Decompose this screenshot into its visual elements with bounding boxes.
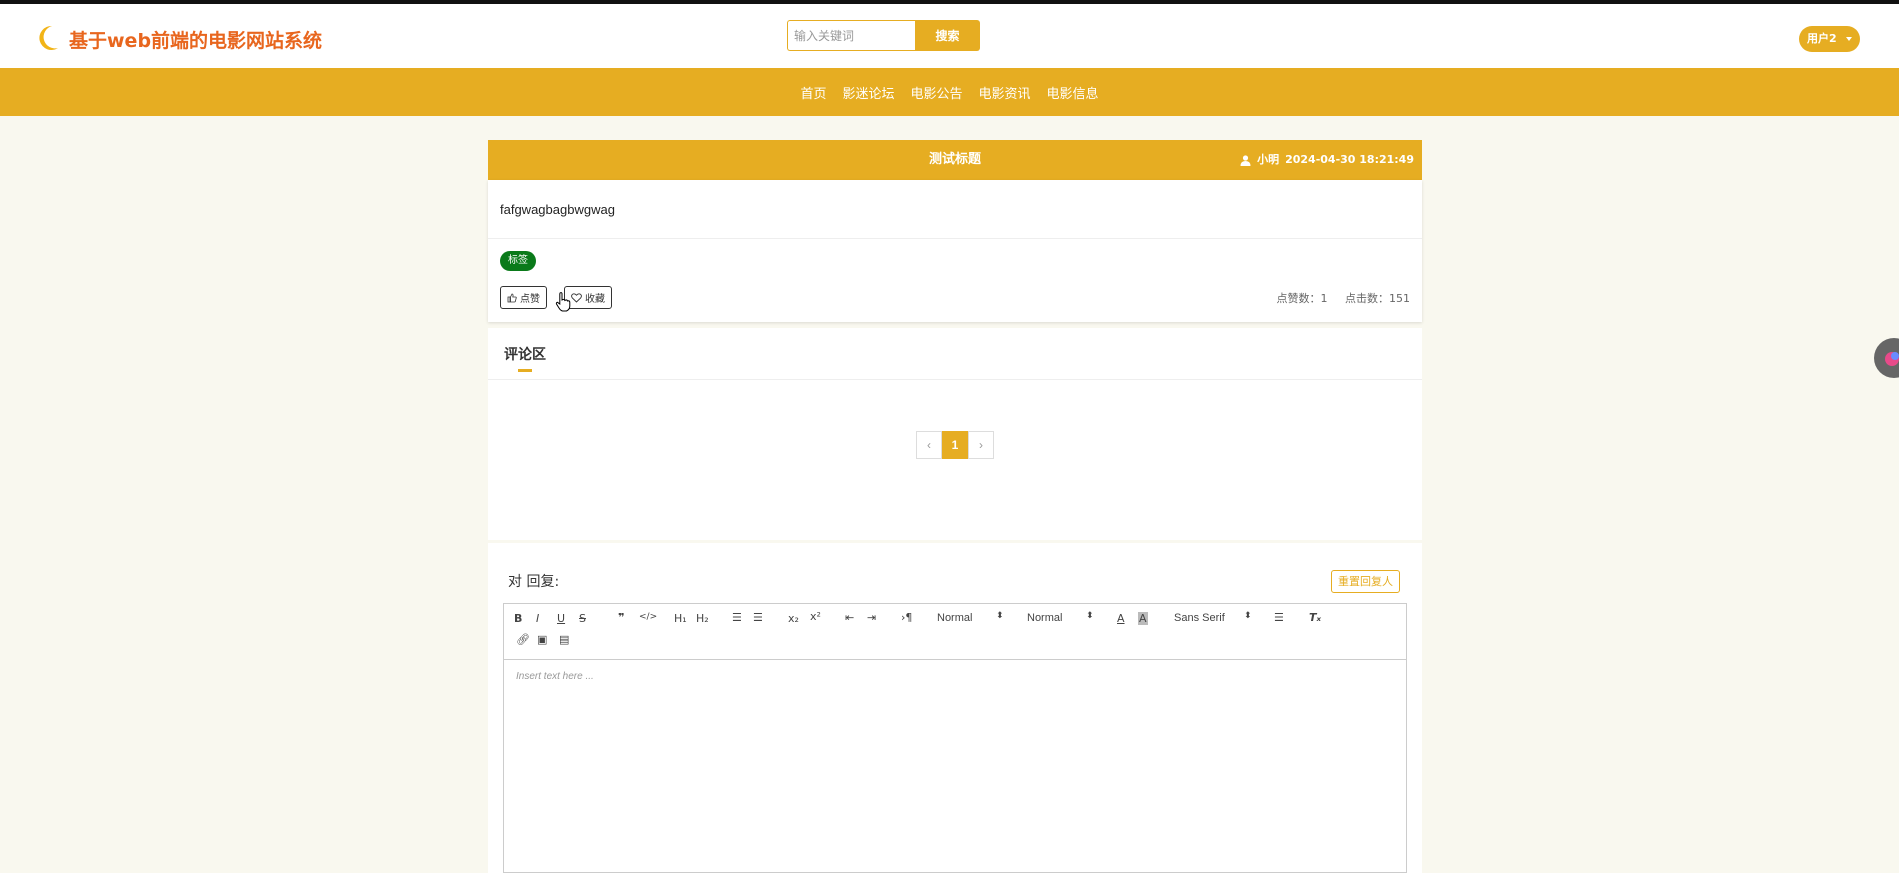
- indent-icon[interactable]: ⇥: [867, 611, 876, 624]
- search-input[interactable]: [787, 20, 916, 51]
- bullet-list-icon[interactable]: ☰: [753, 611, 763, 624]
- strike-icon[interactable]: S: [579, 612, 586, 625]
- post-content: fafgwagbagbwgwag: [500, 202, 615, 217]
- image-icon[interactable]: ▣: [537, 633, 547, 646]
- like-button[interactable]: 点赞: [500, 286, 547, 309]
- post-body: fafgwagbagbwgwag 标签 点赞 收藏 点赞数：1 点击数：151: [488, 180, 1422, 322]
- heart-icon: [571, 292, 582, 303]
- comments-title: 评论区: [504, 347, 546, 363]
- ordered-list-icon[interactable]: ☰: [732, 611, 742, 624]
- video-icon[interactable]: ▤: [559, 633, 569, 646]
- divider: [488, 238, 1422, 239]
- size-select-value: Normal: [1027, 612, 1063, 624]
- superscript-icon[interactable]: x²: [810, 610, 821, 623]
- post-header: 测试标题 小明 2024-04-30 18:21:49: [488, 140, 1422, 180]
- favorite-button[interactable]: 收藏: [564, 286, 612, 309]
- likes-count: 点赞数：1: [1276, 292, 1328, 305]
- nav-item-movies[interactable]: 电影信息: [1039, 83, 1107, 102]
- font-select[interactable]: Sans Serif: [1174, 612, 1225, 624]
- nav-item-home[interactable]: 首页: [792, 83, 834, 102]
- size-select[interactable]: Normal: [1027, 612, 1062, 624]
- clicks-count: 点击数：151: [1345, 292, 1410, 305]
- bold-icon[interactable]: B: [514, 612, 522, 625]
- rich-text-editor: B I U S ❞ </> H₁ H₂ ☰ ☰ x₂ x² ⇤ ⇥ ›¶ Nor…: [503, 603, 1407, 873]
- divider: [488, 379, 1422, 380]
- comments-section: 评论区 ‹ 1 ›: [488, 328, 1422, 540]
- header-select-value: Normal: [937, 612, 973, 624]
- search-button[interactable]: 搜索: [915, 20, 980, 51]
- site-header: 基于web前端的电影网站系统 搜索 用户2: [0, 4, 1899, 68]
- select-arrows-icon: ⬍: [1244, 611, 1252, 621]
- clear-format-icon[interactable]: Tₓ: [1309, 611, 1321, 624]
- pagination-next[interactable]: ›: [968, 431, 994, 459]
- italic-icon[interactable]: I: [536, 612, 539, 625]
- floating-assistant-button[interactable]: [1874, 338, 1899, 378]
- heading-2-icon[interactable]: H₂: [696, 612, 709, 625]
- main-nav: 首页 影迷论坛 电影公告 电影资讯 电影信息: [0, 68, 1899, 116]
- outdent-icon[interactable]: ⇤: [845, 611, 854, 624]
- post-tag[interactable]: 标签: [500, 251, 536, 271]
- nav-item-announcements[interactable]: 电影公告: [902, 83, 970, 102]
- text-direction-icon[interactable]: ›¶: [901, 611, 912, 624]
- comments-title-underline: [518, 369, 532, 372]
- underline-icon[interactable]: U: [557, 612, 565, 625]
- reply-section: 对 回复: 重置回复人 B I U S ❞ </> H₁ H₂ ☰ ☰ x₂ x…: [488, 543, 1422, 873]
- user-icon: [1240, 154, 1251, 166]
- link-icon[interactable]: 🔗︎: [516, 633, 530, 646]
- moon-logo-icon: [39, 25, 58, 50]
- subscript-icon[interactable]: x₂: [788, 612, 799, 625]
- post-author: 小明: [1257, 153, 1280, 166]
- code-block-icon[interactable]: </>: [639, 612, 657, 622]
- reply-label: 对 回复:: [508, 574, 560, 590]
- nav-item-news[interactable]: 电影资讯: [971, 83, 1039, 102]
- text-color-icon[interactable]: A: [1117, 612, 1125, 625]
- user-menu-button[interactable]: 用户2: [1799, 26, 1860, 52]
- reset-reply-target-button[interactable]: 重置回复人: [1331, 570, 1400, 593]
- font-select-value: Sans Serif: [1174, 612, 1225, 624]
- heading-1-icon[interactable]: H₁: [674, 612, 687, 625]
- post-meta: 小明 2024-04-30 18:21:49: [1240, 140, 1414, 180]
- post-stats: 点赞数：1 点击数：151: [1263, 290, 1411, 306]
- background-color-icon[interactable]: A: [1138, 612, 1148, 625]
- pagination-page[interactable]: 1: [942, 431, 968, 459]
- like-label: 点赞: [520, 294, 540, 305]
- user-name: 用户2: [1807, 32, 1837, 45]
- site-title[interactable]: 基于web前端的电影网站系统: [69, 26, 322, 53]
- editor-input[interactable]: Insert text here ...: [516, 671, 594, 682]
- favorite-label: 收藏: [585, 294, 605, 305]
- align-icon[interactable]: ☰: [1274, 611, 1284, 624]
- assistant-icon: [1885, 352, 1899, 366]
- pagination: ‹ 1 ›: [916, 431, 994, 459]
- blockquote-icon[interactable]: ❞: [618, 611, 624, 624]
- hand-cursor-icon: [555, 292, 571, 312]
- select-arrows-icon: ⬍: [1086, 611, 1094, 621]
- pagination-prev[interactable]: ‹: [916, 431, 942, 459]
- editor-toolbar: B I U S ❞ </> H₁ H₂ ☰ ☰ x₂ x² ⇤ ⇥ ›¶ Nor…: [504, 604, 1406, 660]
- caret-down-icon: [1846, 37, 1852, 41]
- header-select[interactable]: Normal: [937, 612, 972, 624]
- post-datetime: 2024-04-30 18:21:49: [1285, 153, 1414, 166]
- nav-item-forum[interactable]: 影迷论坛: [834, 83, 902, 102]
- select-arrows-icon: ⬍: [996, 611, 1004, 621]
- thumbs-up-icon: [507, 293, 517, 302]
